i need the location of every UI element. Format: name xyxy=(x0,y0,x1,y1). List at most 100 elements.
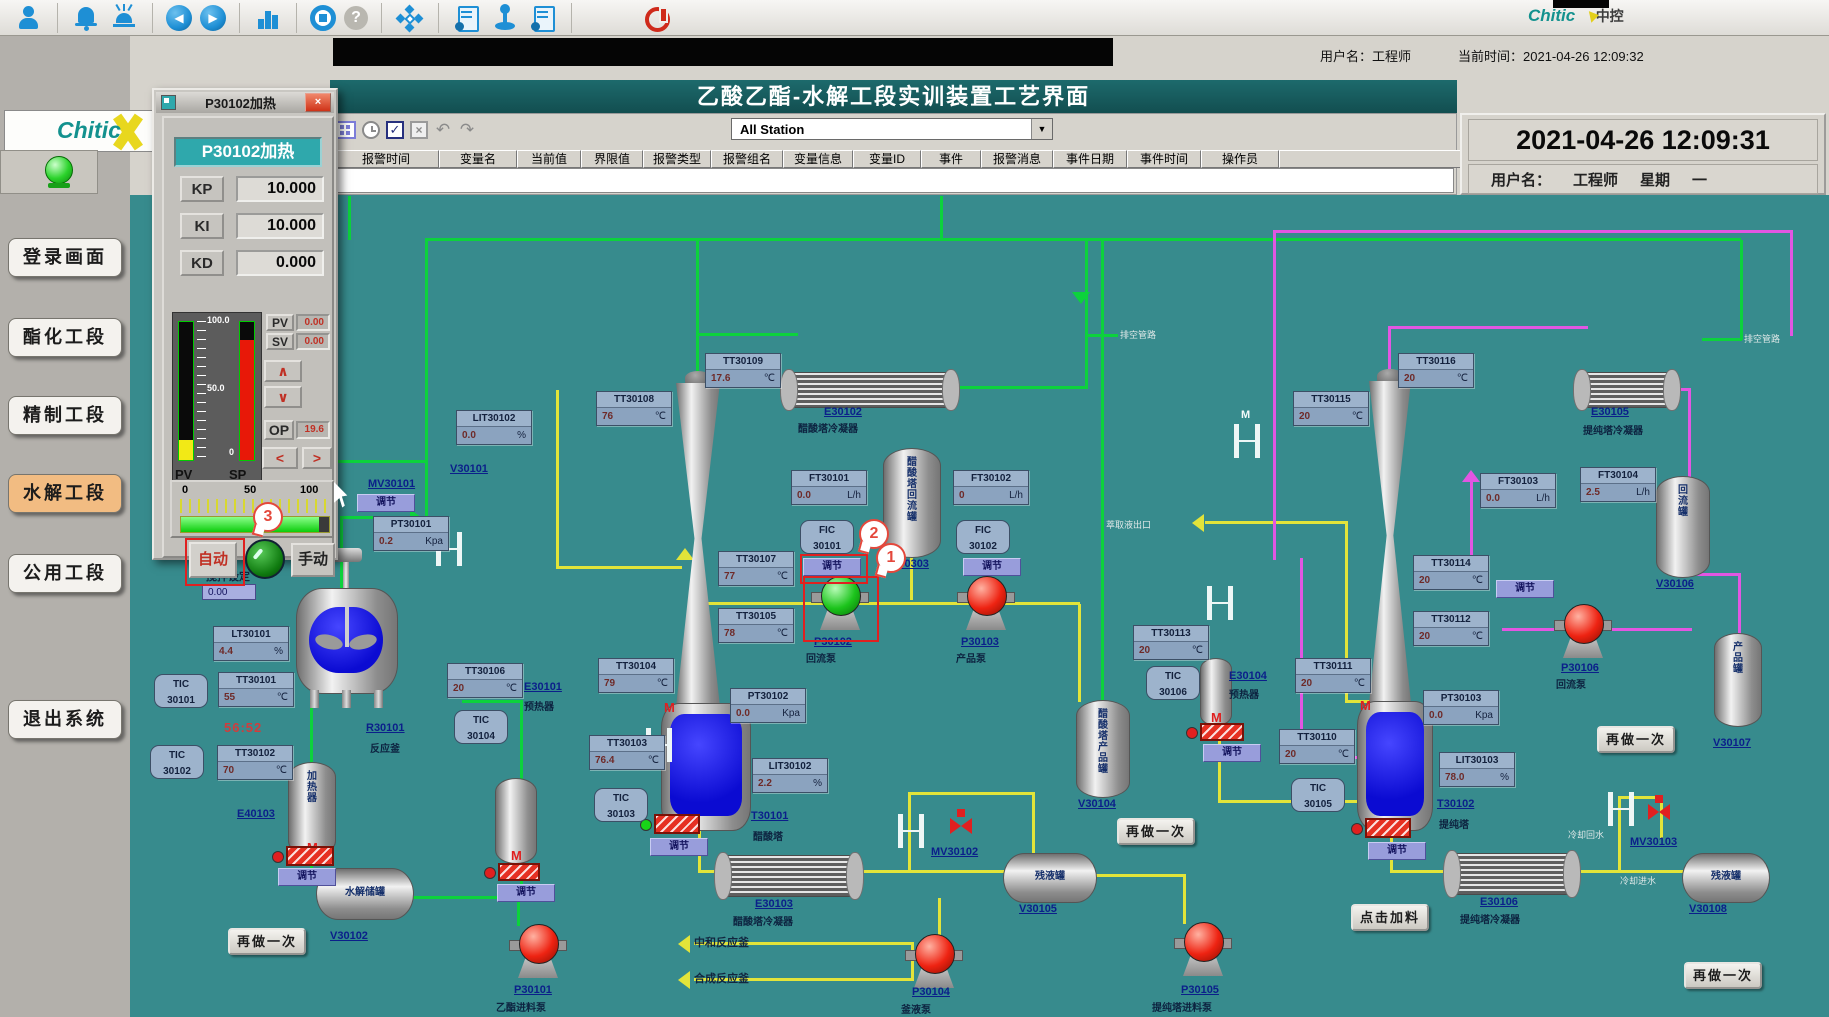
equipment-label-E40103[interactable]: E40103 xyxy=(237,808,275,820)
sidebar-item-5[interactable]: 公用工段 xyxy=(8,554,122,593)
pv-field[interactable]: 0.00 xyxy=(296,314,330,331)
controller-TIC30105[interactable]: TIC30105 xyxy=(1291,778,1345,812)
controller-TIC30102[interactable]: TIC30102 xyxy=(150,745,204,779)
instrument-FT30102[interactable]: FT301020L/h xyxy=(953,470,1029,505)
equipment-label-T30101[interactable]: T30101 xyxy=(751,810,788,822)
adjust-button[interactable]: 调节 xyxy=(650,838,708,856)
instrument-TT30110[interactable]: TT3011020℃ xyxy=(1279,729,1355,764)
alarm-table-body[interactable] xyxy=(333,168,1454,193)
instrument-TT30104[interactable]: TT3010479℃ xyxy=(598,658,674,693)
adjust-button[interactable]: 调节 xyxy=(1368,842,1426,860)
sp-up-button[interactable]: ∧ xyxy=(264,360,302,382)
valve-symbol[interactable] xyxy=(1207,586,1233,620)
equipment-label-E30105[interactable]: E30105 xyxy=(1591,406,1629,418)
vertical-vessel[interactable]: M xyxy=(495,778,537,864)
kd-value-field[interactable]: 0.000 xyxy=(236,250,324,276)
pid-dialog[interactable]: P30102加热 × P30102加热 KP 10.000 KI 10.000 … xyxy=(152,88,338,560)
equipment-label-P30101[interactable]: P30101 xyxy=(514,984,552,996)
pump-stopped[interactable] xyxy=(516,924,560,980)
equipment-label-P30106[interactable]: P30106 xyxy=(1561,662,1599,674)
instrument-TT30114[interactable]: TT3011420℃ xyxy=(1413,555,1489,590)
instrument-TT30109[interactable]: TT3010917.6℃ xyxy=(705,353,781,388)
sidebar-item-1[interactable]: 登录画面 xyxy=(8,238,122,277)
action-button[interactable]: 再做一次 xyxy=(1117,818,1195,845)
instrument-LT30101[interactable]: LT301014.4% xyxy=(213,626,289,661)
equipment-label-E30101[interactable]: E30101 xyxy=(524,681,562,693)
adjust-button[interactable]: 调节 xyxy=(1496,580,1554,598)
action-button[interactable]: 再做一次 xyxy=(1597,726,1675,753)
alarm-col-8[interactable]: 变量ID xyxy=(853,150,921,168)
action-button[interactable]: 再做一次 xyxy=(1684,962,1762,989)
instrument-TT30116[interactable]: TT3011620℃ xyxy=(1398,353,1474,388)
horizontal-tank[interactable]: 残液罐 xyxy=(1003,853,1097,903)
bell-icon[interactable] xyxy=(71,4,101,32)
vertical-vessel[interactable]: M xyxy=(1200,658,1232,726)
adjust-button[interactable]: 调节 xyxy=(357,494,415,512)
alarm-col-12[interactable]: 事件时间 xyxy=(1127,150,1201,168)
alarm-col-10[interactable]: 报警消息 xyxy=(981,150,1053,168)
adjust-button[interactable]: 调节 xyxy=(497,884,555,902)
alarm-col-11[interactable]: 事件日期 xyxy=(1053,150,1127,168)
controller-FIC30101[interactable]: FIC30101 xyxy=(800,520,854,554)
instrument-TT30108[interactable]: TT3010876℃ xyxy=(596,391,672,426)
alarm-col-6[interactable]: 报警组名 xyxy=(711,150,783,168)
nav-forward-icon[interactable]: ▶ xyxy=(200,5,226,31)
heat-exchanger[interactable] xyxy=(793,372,947,408)
instrument-TT30102[interactable]: TT3010270℃ xyxy=(217,745,293,780)
dialog-titlebar[interactable]: P30102加热 × xyxy=(156,92,334,113)
pump-stopped[interactable] xyxy=(1181,922,1225,978)
alarm-history-clock-icon[interactable] xyxy=(362,121,380,139)
vertical-vessel[interactable]: 醋酸塔回流罐 xyxy=(883,448,941,558)
action-button[interactable]: 点击加料 xyxy=(1351,904,1429,931)
instrument-FT30101[interactable]: FT301010.0L/h xyxy=(791,470,867,505)
equipment-label-MV30101[interactable]: MV30101 xyxy=(368,478,415,490)
instrument-LIT30103[interactable]: LIT3010378.0% xyxy=(1439,752,1515,787)
controller-TIC30101[interactable]: TIC30101 xyxy=(154,674,208,708)
instrument-PT30102[interactable]: PT301020.0Kpa xyxy=(730,688,806,723)
controller-TIC30106[interactable]: TIC30106 xyxy=(1146,666,1200,700)
equipment-label-P30103[interactable]: P30103 xyxy=(961,636,999,648)
sv-field[interactable]: 0.00 xyxy=(296,333,330,350)
manual-mode-button[interactable]: 手动 xyxy=(291,543,335,577)
equipment-label-V30102[interactable]: V30102 xyxy=(330,930,368,942)
instrument-TT30111[interactable]: TT3011120℃ xyxy=(1295,658,1371,693)
alarm-col-5[interactable]: 报警类型 xyxy=(643,150,711,168)
dropdown-arrow-icon[interactable]: ▼ xyxy=(1031,119,1052,139)
valve-symbol[interactable] xyxy=(898,814,924,848)
equipment-label-V30108[interactable]: V30108 xyxy=(1689,903,1727,915)
instrument-TT30103[interactable]: TT3010376.4℃ xyxy=(589,735,665,770)
alarm-undo-icon[interactable]: ↶ xyxy=(434,120,452,140)
equipment-label-V30106[interactable]: V30106 xyxy=(1656,578,1694,590)
equipment-label-V30107[interactable]: V30107 xyxy=(1713,737,1751,749)
equipment-label-MV30103[interactable]: MV30103 xyxy=(1630,836,1677,848)
equipment-label-V30101[interactable]: V30101 xyxy=(450,463,488,475)
report-config-icon[interactable] xyxy=(528,4,558,32)
pump-stopped[interactable] xyxy=(912,934,956,990)
alarm-col-13[interactable]: 操作员 xyxy=(1201,150,1279,168)
instrument-TT30105[interactable]: TT3010578℃ xyxy=(718,608,794,643)
action-button[interactable]: 再做一次 xyxy=(228,928,306,955)
instrument-FT30103[interactable]: FT301030.0L/h xyxy=(1480,473,1556,508)
equipment-label-R30101[interactable]: R30101 xyxy=(366,722,405,734)
instrument-TT30101[interactable]: TT3010155℃ xyxy=(218,672,294,707)
network-icon[interactable] xyxy=(395,4,425,32)
motor-valve[interactable] xyxy=(950,818,972,834)
alarm-clear-icon[interactable]: × xyxy=(410,121,428,139)
ki-value-field[interactable]: 10.000 xyxy=(236,213,324,239)
heat-exchanger[interactable] xyxy=(1456,853,1568,895)
instrument-TT30113[interactable]: TT3011320℃ xyxy=(1133,625,1209,660)
heat-exchanger[interactable] xyxy=(727,855,851,897)
vertical-vessel[interactable]: 加热器M xyxy=(288,762,336,856)
instrument-LIT30102[interactable]: LIT301020.0% xyxy=(456,410,532,445)
instrument-FT30104[interactable]: FT301042.5L/h xyxy=(1580,467,1656,502)
pump-stopped[interactable] xyxy=(964,576,1008,632)
equipment-label-P30105[interactable]: P30105 xyxy=(1181,984,1219,996)
alarm-ack-check-icon[interactable]: ✓ xyxy=(386,121,404,139)
adjust-button[interactable]: 调节 xyxy=(1203,744,1261,762)
alarm-col-3[interactable]: 当前值 xyxy=(517,150,581,168)
vertical-vessel[interactable]: 产品罐 xyxy=(1714,633,1762,727)
equipment-label-E30102[interactable]: E30102 xyxy=(824,406,862,418)
controller-TIC30104[interactable]: TIC30104 xyxy=(454,710,508,744)
adjust-button[interactable]: 调节 xyxy=(963,558,1021,576)
kp-value-field[interactable]: 10.000 xyxy=(236,176,324,202)
